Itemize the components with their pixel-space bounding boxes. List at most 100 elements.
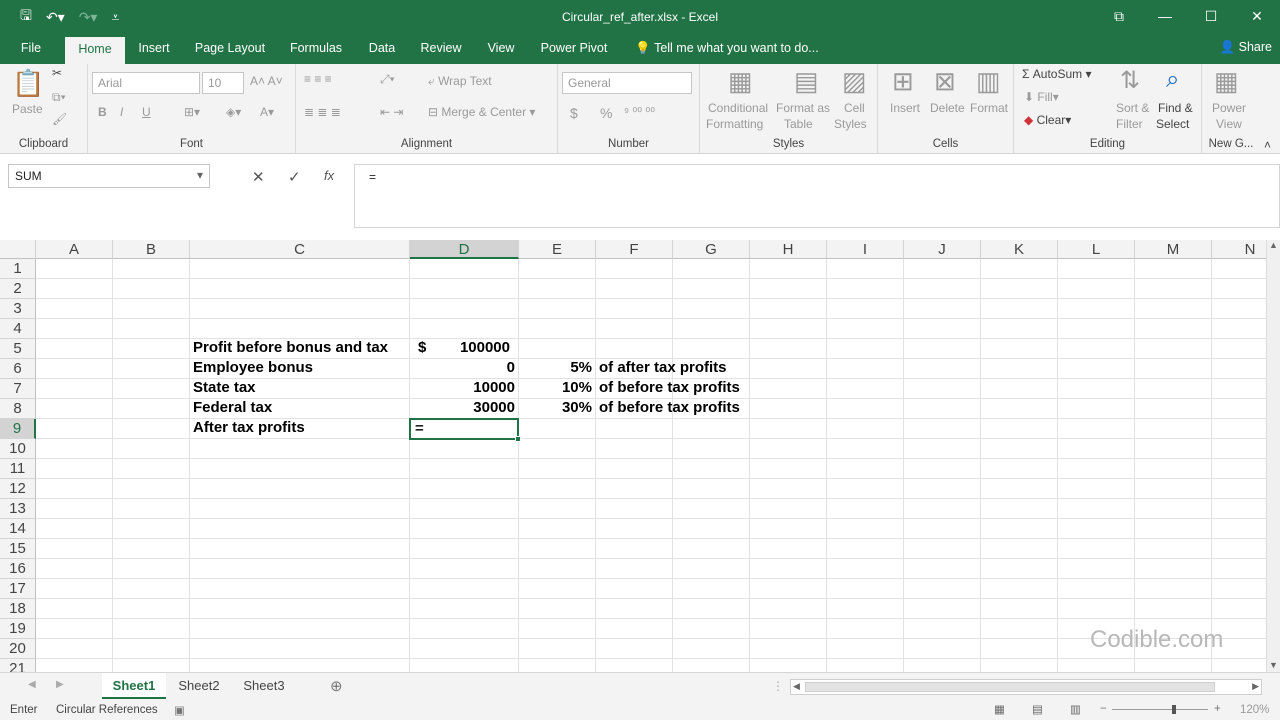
collapse-ribbon-icon[interactable]: ˄: [1264, 138, 1271, 152]
zoom-level[interactable]: 120%: [1240, 704, 1269, 716]
column-header-j[interactable]: J: [904, 240, 981, 259]
align-top-icon[interactable]: ≡ ≡ ≡: [304, 72, 332, 86]
column-header-i[interactable]: I: [827, 240, 904, 259]
minimize-button[interactable]: —: [1142, 0, 1188, 32]
cell-f8[interactable]: of before tax profits: [599, 398, 740, 418]
fill-color-icon[interactable]: ◈▾: [226, 105, 241, 119]
select-all-corner[interactable]: [0, 240, 36, 259]
split-handle-icon[interactable]: ⋮: [772, 679, 784, 693]
tab-file[interactable]: File: [12, 36, 50, 64]
cell-e8[interactable]: 30%: [522, 398, 592, 418]
row-header[interactable]: 2: [0, 279, 36, 299]
row-header[interactable]: 18: [0, 599, 36, 619]
column-header-c[interactable]: C: [190, 240, 410, 259]
cell-styles-button[interactable]: Cell: [844, 101, 865, 115]
row-header[interactable]: 4: [0, 319, 36, 339]
format-as-table-button[interactable]: Format as: [776, 101, 830, 115]
scroll-down-icon[interactable]: ▼: [1269, 660, 1278, 670]
tab-insert[interactable]: Insert: [132, 36, 176, 64]
tab-data[interactable]: Data: [362, 36, 402, 64]
page-break-view-icon[interactable]: ▥: [1070, 702, 1081, 716]
column-header-m[interactable]: M: [1135, 240, 1212, 259]
cell-d5[interactable]: 100000: [440, 338, 510, 358]
sort-filter-icon[interactable]: ⇅: [1120, 66, 1140, 95]
tab-view[interactable]: View: [480, 36, 522, 64]
column-header-e[interactable]: E: [519, 240, 596, 259]
column-header-g[interactable]: G: [673, 240, 750, 259]
column-header-l[interactable]: L: [1058, 240, 1135, 259]
scroll-right-icon[interactable]: ▶: [1252, 681, 1259, 692]
cell-d7[interactable]: 10000: [440, 378, 515, 398]
active-cell-d9[interactable]: =: [409, 418, 521, 442]
conditional-formatting-icon[interactable]: ▦: [728, 66, 753, 97]
add-sheet-icon[interactable]: ⊕: [330, 677, 343, 695]
cell-d8[interactable]: 30000: [440, 398, 515, 418]
column-header-h[interactable]: H: [750, 240, 827, 259]
insert-cells-icon[interactable]: ⊞: [892, 66, 914, 97]
sheet-tab-sheet1[interactable]: Sheet1: [102, 673, 166, 699]
grow-font-icon[interactable]: A˄ A˅: [250, 74, 283, 88]
power-view-icon[interactable]: ▦: [1214, 66, 1239, 97]
normal-view-icon[interactable]: ▦: [994, 702, 1005, 716]
ribbon-display-icon[interactable]: ⧉: [1096, 0, 1142, 32]
tab-page-layout[interactable]: Page Layout: [190, 36, 270, 64]
scroll-left-icon[interactable]: ◀: [793, 681, 800, 692]
format-cells-button[interactable]: Format: [970, 101, 1008, 115]
insert-cells-button[interactable]: Insert: [890, 101, 920, 115]
zoom-slider[interactable]: [1112, 709, 1208, 710]
row-header[interactable]: 17: [0, 579, 36, 599]
paste-button[interactable]: Paste: [12, 102, 43, 116]
column-header-k[interactable]: K: [981, 240, 1058, 259]
name-box[interactable]: SUM ▾: [8, 164, 210, 188]
zoom-in-icon[interactable]: +: [1214, 703, 1221, 715]
column-header-n[interactable]: N: [1212, 240, 1266, 259]
font-color-icon[interactable]: A▾: [260, 105, 274, 119]
row-header[interactable]: 3: [0, 299, 36, 319]
fill-handle[interactable]: [515, 436, 521, 442]
row-header[interactable]: 10: [0, 439, 36, 459]
fill-button[interactable]: ⬇ Fill▾: [1024, 90, 1059, 104]
clear-button[interactable]: ◆ Clear▾: [1024, 113, 1071, 127]
row-header[interactable]: 15: [0, 539, 36, 559]
underline-button[interactable]: U: [142, 105, 151, 119]
align-left-icon[interactable]: ≣ ≣ ≣: [304, 105, 341, 119]
cell-c9[interactable]: After tax profits: [193, 418, 305, 438]
comma-style-icon[interactable]: ⁹ ⁰⁰ ⁰⁰: [624, 105, 655, 119]
share-button[interactable]: 👤 Share: [1220, 40, 1272, 55]
cell-c8[interactable]: Federal tax: [193, 398, 272, 418]
conditional-formatting-button[interactable]: Conditional: [708, 101, 768, 115]
row-header[interactable]: 1: [0, 259, 36, 279]
indent-icon[interactable]: ⇤ ⇥: [380, 105, 403, 119]
power-view-button[interactable]: Power: [1212, 101, 1246, 115]
row-header[interactable]: 11: [0, 459, 36, 479]
scroll-up-icon[interactable]: ▲: [1269, 240, 1278, 250]
merge-center-button[interactable]: ⊟ Merge & Center ▾: [428, 105, 535, 119]
copy-icon[interactable]: ⧉▾: [52, 90, 66, 105]
horizontal-scrollbar[interactable]: ◀ ▶: [790, 679, 1262, 695]
row-header[interactable]: 12: [0, 479, 36, 499]
prev-sheet-icon[interactable]: ◀: [28, 679, 36, 690]
cell-d6[interactable]: 0: [440, 358, 515, 378]
currency-button[interactable]: $: [570, 105, 578, 121]
cell-c7[interactable]: State tax: [193, 378, 256, 398]
format-painter-icon[interactable]: 🖌: [52, 112, 67, 126]
row-header[interactable]: 7: [0, 379, 36, 399]
sheet-tab-sheet3[interactable]: Sheet3: [232, 673, 296, 699]
find-select-button[interactable]: Find &: [1158, 101, 1193, 115]
cell-e7[interactable]: 10%: [522, 378, 592, 398]
borders-icon[interactable]: ⊞▾: [184, 105, 200, 119]
cut-icon[interactable]: ✂: [52, 66, 62, 80]
row-header[interactable]: 13: [0, 499, 36, 519]
delete-cells-icon[interactable]: ⊠: [934, 66, 956, 97]
bold-button[interactable]: B: [98, 105, 107, 119]
tab-formulas[interactable]: Formulas: [284, 36, 348, 64]
row-header[interactable]: 20: [0, 639, 36, 659]
cell-f7[interactable]: of before tax profits: [599, 378, 740, 398]
column-header-b[interactable]: B: [113, 240, 190, 259]
zoom-out-icon[interactable]: −: [1100, 703, 1107, 715]
page-layout-view-icon[interactable]: ▤: [1032, 702, 1043, 716]
cancel-icon[interactable]: ✕: [252, 168, 265, 186]
delete-cells-button[interactable]: Delete: [930, 101, 965, 115]
row-header[interactable]: 19: [0, 619, 36, 639]
autosum-button[interactable]: Σ AutoSum ▾: [1022, 67, 1091, 81]
